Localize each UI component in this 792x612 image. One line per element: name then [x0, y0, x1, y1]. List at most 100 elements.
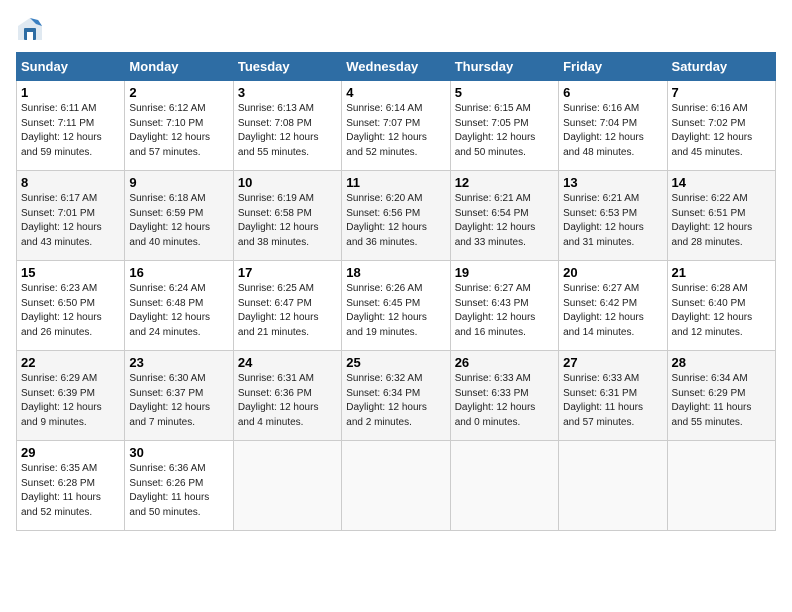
- calendar-cell: [559, 441, 667, 531]
- day-info: Sunrise: 6:22 AM Sunset: 6:51 PM Dayligh…: [672, 192, 771, 250]
- day-info: Sunrise: 6:31 AM Sunset: 6:36 PM Dayligh…: [238, 372, 337, 430]
- day-header-monday: Monday: [125, 53, 233, 81]
- day-number: 4: [346, 85, 445, 100]
- calendar-cell: 8 Sunrise: 6:17 AM Sunset: 7:01 PM Daylig…: [17, 171, 125, 261]
- day-number: 16: [129, 265, 228, 280]
- calendar-table: SundayMondayTuesdayWednesdayThursdayFrid…: [16, 52, 776, 531]
- day-number: 26: [455, 355, 554, 370]
- calendar-week-1: 1Sunrise: 6:11 AM Sunset: 7:11 PM Daylig…: [17, 81, 776, 171]
- day-number: 7: [672, 85, 771, 100]
- day-number: 23: [129, 355, 228, 370]
- day-info: Sunrise: 6:21 AM Sunset: 6:53 PM Dayligh…: [563, 192, 662, 250]
- calendar-cell: 6 Sunrise: 6:16 AM Sunset: 7:04 PM Daylig…: [559, 81, 667, 171]
- day-number: 8: [21, 175, 120, 190]
- day-number: 12: [455, 175, 554, 190]
- day-info: Sunrise: 6:32 AM Sunset: 6:34 PM Dayligh…: [346, 372, 445, 430]
- day-info: Sunrise: 6:36 AM Sunset: 6:26 PM Dayligh…: [129, 462, 228, 520]
- day-info: Sunrise: 6:35 AM Sunset: 6:28 PM Dayligh…: [21, 462, 120, 520]
- day-info: Sunrise: 6:34 AM Sunset: 6:29 PM Dayligh…: [672, 372, 771, 430]
- calendar-cell: 21 Sunrise: 6:28 AM Sunset: 6:40 PM Dayli…: [667, 261, 775, 351]
- calendar-cell: [667, 441, 775, 531]
- calendar-cell: 9 Sunrise: 6:18 AM Sunset: 6:59 PM Daylig…: [125, 171, 233, 261]
- calendar-cell: [450, 441, 558, 531]
- day-number: 21: [672, 265, 771, 280]
- calendar-cell: 15Sunrise: 6:23 AM Sunset: 6:50 PM Dayli…: [17, 261, 125, 351]
- day-info: Sunrise: 6:14 AM Sunset: 7:07 PM Dayligh…: [346, 102, 445, 160]
- day-info: Sunrise: 6:29 AM Sunset: 6:39 PM Dayligh…: [21, 372, 120, 430]
- calendar-cell: 7 Sunrise: 6:16 AM Sunset: 7:02 PM Daylig…: [667, 81, 775, 171]
- day-info: Sunrise: 6:28 AM Sunset: 6:40 PM Dayligh…: [672, 282, 771, 340]
- day-header-saturday: Saturday: [667, 53, 775, 81]
- calendar-week-5: 29 Sunrise: 6:35 AM Sunset: 6:28 PM Dayli…: [17, 441, 776, 531]
- day-info: Sunrise: 6:16 AM Sunset: 7:02 PM Dayligh…: [672, 102, 771, 160]
- day-info: Sunrise: 6:24 AM Sunset: 6:48 PM Dayligh…: [129, 282, 228, 340]
- day-info: Sunrise: 6:13 AM Sunset: 7:08 PM Dayligh…: [238, 102, 337, 160]
- page-header: [16, 16, 776, 44]
- day-info: Sunrise: 6:33 AM Sunset: 6:31 PM Dayligh…: [563, 372, 662, 430]
- calendar-cell: 18 Sunrise: 6:26 AM Sunset: 6:45 PM Dayli…: [342, 261, 450, 351]
- day-info: Sunrise: 6:17 AM Sunset: 7:01 PM Dayligh…: [21, 192, 120, 250]
- calendar-cell: 4 Sunrise: 6:14 AM Sunset: 7:07 PM Daylig…: [342, 81, 450, 171]
- calendar-cell: 16 Sunrise: 6:24 AM Sunset: 6:48 PM Dayli…: [125, 261, 233, 351]
- day-number: 30: [129, 445, 228, 460]
- day-header-wednesday: Wednesday: [342, 53, 450, 81]
- day-number: 1: [21, 85, 120, 100]
- calendar-cell: 5 Sunrise: 6:15 AM Sunset: 7:05 PM Daylig…: [450, 81, 558, 171]
- calendar-cell: 20 Sunrise: 6:27 AM Sunset: 6:42 PM Dayli…: [559, 261, 667, 351]
- day-info: Sunrise: 6:33 AM Sunset: 6:33 PM Dayligh…: [455, 372, 554, 430]
- day-number: 25: [346, 355, 445, 370]
- day-info: Sunrise: 6:27 AM Sunset: 6:42 PM Dayligh…: [563, 282, 662, 340]
- calendar-cell: 23 Sunrise: 6:30 AM Sunset: 6:37 PM Dayli…: [125, 351, 233, 441]
- calendar-cell: 3 Sunrise: 6:13 AM Sunset: 7:08 PM Daylig…: [233, 81, 341, 171]
- calendar-cell: 10 Sunrise: 6:19 AM Sunset: 6:58 PM Dayli…: [233, 171, 341, 261]
- day-header-sunday: Sunday: [17, 53, 125, 81]
- day-info: Sunrise: 6:19 AM Sunset: 6:58 PM Dayligh…: [238, 192, 337, 250]
- calendar-week-3: 15Sunrise: 6:23 AM Sunset: 6:50 PM Dayli…: [17, 261, 776, 351]
- calendar-cell: 26 Sunrise: 6:33 AM Sunset: 6:33 PM Dayli…: [450, 351, 558, 441]
- calendar-week-2: 8 Sunrise: 6:17 AM Sunset: 7:01 PM Daylig…: [17, 171, 776, 261]
- day-number: 5: [455, 85, 554, 100]
- calendar-week-4: 22 Sunrise: 6:29 AM Sunset: 6:39 PM Dayli…: [17, 351, 776, 441]
- day-number: 14: [672, 175, 771, 190]
- calendar-cell: 11Sunrise: 6:20 AM Sunset: 6:56 PM Dayli…: [342, 171, 450, 261]
- calendar-cell: 28 Sunrise: 6:34 AM Sunset: 6:29 PM Dayli…: [667, 351, 775, 441]
- logo-icon: [16, 16, 44, 44]
- day-number: 20: [563, 265, 662, 280]
- day-number: 27: [563, 355, 662, 370]
- calendar-cell: 24 Sunrise: 6:31 AM Sunset: 6:36 PM Dayli…: [233, 351, 341, 441]
- calendar-cell: 29 Sunrise: 6:35 AM Sunset: 6:28 PM Dayli…: [17, 441, 125, 531]
- day-number: 17: [238, 265, 337, 280]
- calendar-header-row: SundayMondayTuesdayWednesdayThursdayFrid…: [17, 53, 776, 81]
- day-info: Sunrise: 6:23 AM Sunset: 6:50 PM Dayligh…: [21, 282, 120, 340]
- calendar-cell: 17 Sunrise: 6:25 AM Sunset: 6:47 PM Dayli…: [233, 261, 341, 351]
- calendar-cell: 1Sunrise: 6:11 AM Sunset: 7:11 PM Daylig…: [17, 81, 125, 171]
- day-number: 6: [563, 85, 662, 100]
- day-number: 29: [21, 445, 120, 460]
- calendar-cell: 19Sunrise: 6:27 AM Sunset: 6:43 PM Dayli…: [450, 261, 558, 351]
- day-number: 22: [21, 355, 120, 370]
- calendar-cell: 22 Sunrise: 6:29 AM Sunset: 6:39 PM Dayli…: [17, 351, 125, 441]
- day-number: 24: [238, 355, 337, 370]
- day-number: 28: [672, 355, 771, 370]
- day-info: Sunrise: 6:16 AM Sunset: 7:04 PM Dayligh…: [563, 102, 662, 160]
- calendar-cell: 14 Sunrise: 6:22 AM Sunset: 6:51 PM Dayli…: [667, 171, 775, 261]
- day-number: 18: [346, 265, 445, 280]
- day-info: Sunrise: 6:18 AM Sunset: 6:59 PM Dayligh…: [129, 192, 228, 250]
- day-info: Sunrise: 6:30 AM Sunset: 6:37 PM Dayligh…: [129, 372, 228, 430]
- day-number: 2: [129, 85, 228, 100]
- day-info: Sunrise: 6:21 AM Sunset: 6:54 PM Dayligh…: [455, 192, 554, 250]
- day-info: Sunrise: 6:15 AM Sunset: 7:05 PM Dayligh…: [455, 102, 554, 160]
- calendar-cell: 30 Sunrise: 6:36 AM Sunset: 6:26 PM Dayli…: [125, 441, 233, 531]
- calendar-cell: 25 Sunrise: 6:32 AM Sunset: 6:34 PM Dayli…: [342, 351, 450, 441]
- day-number: 9: [129, 175, 228, 190]
- day-header-friday: Friday: [559, 53, 667, 81]
- calendar-cell: [342, 441, 450, 531]
- logo: [16, 16, 48, 44]
- day-info: Sunrise: 6:25 AM Sunset: 6:47 PM Dayligh…: [238, 282, 337, 340]
- day-number: 11: [346, 175, 445, 190]
- day-info: Sunrise: 6:12 AM Sunset: 7:10 PM Dayligh…: [129, 102, 228, 160]
- day-number: 3: [238, 85, 337, 100]
- calendar-cell: 27 Sunrise: 6:33 AM Sunset: 6:31 PM Dayli…: [559, 351, 667, 441]
- day-number: 10: [238, 175, 337, 190]
- day-info: Sunrise: 6:26 AM Sunset: 6:45 PM Dayligh…: [346, 282, 445, 340]
